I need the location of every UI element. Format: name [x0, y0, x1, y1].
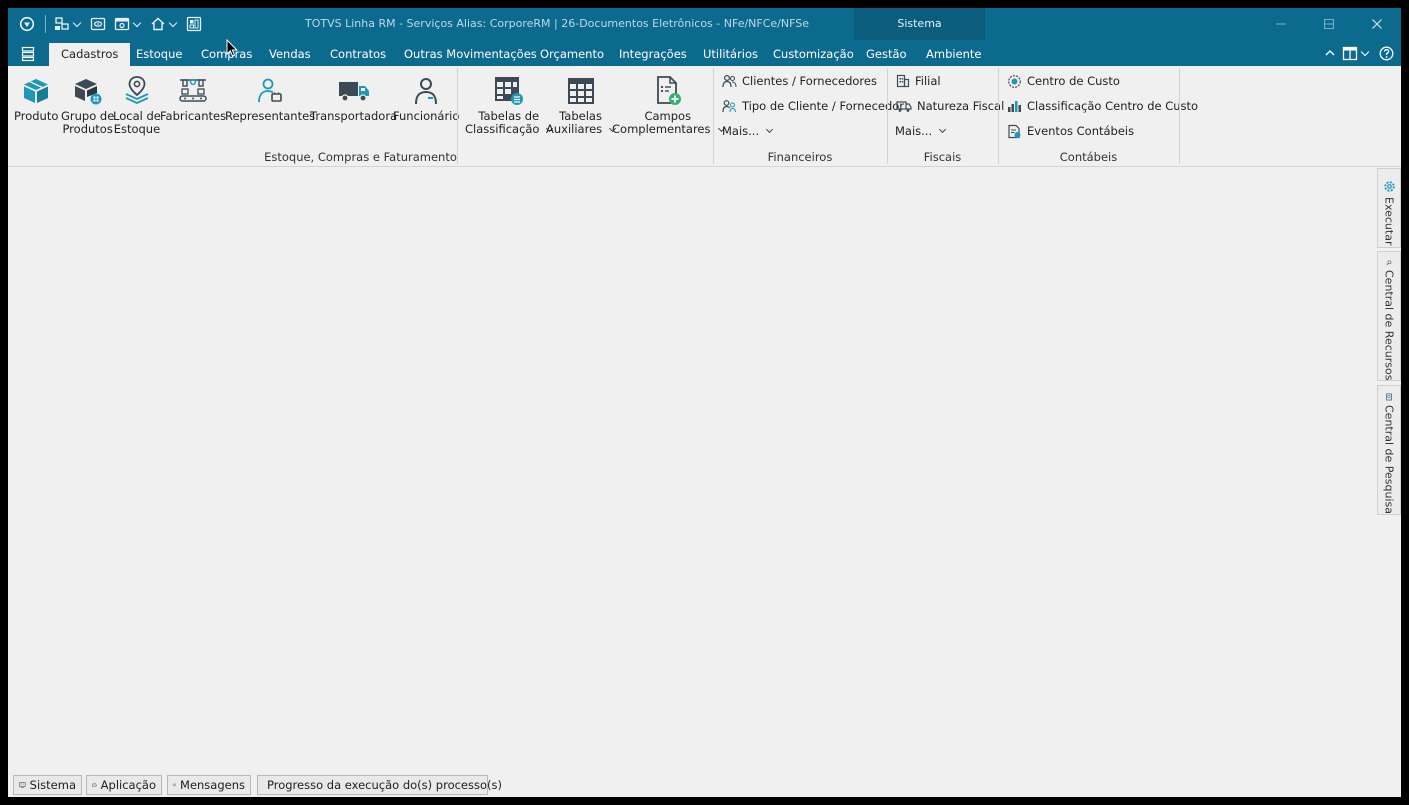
minimize-icon: [1276, 23, 1286, 25]
title-separator: [45, 15, 46, 33]
employee-person-icon: [409, 72, 443, 110]
tab-orcamento[interactable]: Orçamento: [528, 43, 616, 66]
tab-customizacao[interactable]: Customização: [761, 43, 866, 66]
factory-conveyor-icon: [176, 72, 210, 110]
tabelas-de-classificacao-button[interactable]: Tabelas de Classificação: [465, 72, 554, 136]
users-icon: [55, 17, 69, 30]
application-window: TOTVS Linha RM - Serviços Alias: Corpore…: [8, 8, 1401, 797]
filial-button[interactable]: Filial: [896, 72, 941, 90]
representative-person-icon: [253, 72, 287, 110]
fabricantes-button[interactable]: Fabricantes: [160, 72, 226, 123]
minimize-button[interactable]: [1257, 8, 1305, 40]
layout-dropdown-button[interactable]: [1342, 46, 1370, 61]
status-sistema-button[interactable]: Sistema: [13, 775, 82, 795]
app-logo-icon[interactable]: [19, 15, 35, 33]
close-button[interactable]: [1353, 8, 1401, 40]
workspace-area: [8, 167, 1377, 770]
close-icon: [1372, 19, 1382, 29]
tab-utilitarios[interactable]: Utilitários: [691, 43, 770, 66]
grupo-de-produtos-button[interactable]: Grupo de Produtos: [61, 72, 114, 136]
tab-contratos[interactable]: Contratos: [318, 43, 398, 66]
status-aplicacao-button[interactable]: Aplicação: [86, 775, 162, 795]
tab-cadastros[interactable]: Cadastros: [49, 43, 131, 66]
group-label-financeiros: Financeiros: [767, 150, 833, 164]
fiscais-more-button[interactable]: Mais...: [895, 122, 947, 140]
home-icon: [151, 17, 165, 31]
tab-ambiente[interactable]: Ambiente: [914, 43, 994, 66]
centro-de-custo-button[interactable]: Centro de Custo: [1007, 72, 1120, 90]
group-label-contabeis: Contábeis: [1059, 150, 1118, 164]
gear-icon: [1383, 181, 1395, 192]
tab-gestao[interactable]: Gestão: [854, 43, 919, 66]
status-bar: Sistema Aplicação Mensagens Progresso da…: [8, 772, 1401, 797]
view-icon[interactable]: [90, 15, 106, 33]
maximize-button[interactable]: [1305, 8, 1353, 40]
tipo-cliente-fornecedor-button[interactable]: Tipo de Cliente / Fornecedor: [722, 97, 904, 115]
help-icon[interactable]: [1379, 46, 1394, 64]
tab-estoque[interactable]: Estoque: [124, 43, 194, 66]
campos-complementares-button[interactable]: Campos Complementares: [612, 72, 725, 136]
users-dropdown-button[interactable]: [54, 15, 82, 33]
application-icon: [92, 783, 97, 787]
building-icon: [896, 74, 910, 88]
tab-integracoes[interactable]: Integrações: [607, 43, 699, 66]
search-document-icon: [1386, 393, 1392, 401]
status-mensagens-button[interactable]: Mensagens: [167, 775, 251, 795]
produto-button[interactable]: Produto: [14, 72, 58, 123]
chevron-down-icon: [766, 125, 774, 134]
product-group-icon: [71, 72, 105, 110]
collapse-ribbon-icon[interactable]: [1324, 47, 1336, 62]
clientes-fornecedores-button[interactable]: Clientes / Fornecedores: [722, 72, 877, 90]
window-title: TOTVS Linha RM - Serviços Alias: Corpore…: [305, 17, 810, 30]
maximize-icon: [1324, 19, 1334, 29]
monitor-icon: [19, 782, 26, 788]
eventos-contabeis-button[interactable]: Eventos Contábeis: [1007, 122, 1134, 140]
bar-chart-icon: [1008, 101, 1021, 112]
table-classification-icon: [492, 72, 526, 110]
dashboard-icon[interactable]: [186, 15, 202, 33]
transportadora-button[interactable]: Transportadora: [310, 72, 397, 123]
group-label-fiscais: Fiscais: [923, 150, 962, 164]
message-icon: [173, 783, 176, 787]
funcionario-button[interactable]: Funcionário: [393, 72, 459, 123]
document-add-icon: [651, 72, 685, 110]
accounting-event-icon: [1008, 124, 1021, 138]
financeiros-more-button[interactable]: Mais...: [722, 122, 774, 140]
side-tab-central-de-recursos[interactable]: Central de Recursos: [1377, 251, 1401, 381]
truck-icon: [337, 72, 371, 110]
table-grid-icon: [564, 72, 598, 110]
window-dropdown-button[interactable]: [114, 15, 142, 33]
search-icon: [1386, 260, 1392, 266]
representantes-button[interactable]: Representantes: [225, 72, 315, 123]
ribbon-tabs-bar: Cadastros Estoque Compras Vendas Contrat…: [8, 40, 1401, 66]
classificacao-centro-custo-button[interactable]: Classificação Centro de Custo: [1007, 97, 1198, 115]
local-de-estoque-button[interactable]: Local de Estoque: [113, 72, 161, 136]
product-box-icon: [19, 72, 53, 110]
group-separator: [1179, 68, 1180, 164]
tabelas-auxiliares-button[interactable]: Tabelas Auxiliares: [546, 72, 617, 136]
layout-icon: [1342, 46, 1358, 61]
tab-outras-movimentacoes[interactable]: Outras Movimentações: [392, 43, 549, 66]
people-type-icon: [722, 100, 737, 113]
cost-center-icon: [1008, 74, 1021, 88]
status-progresso-button[interactable]: Progresso da execução do(s) processo(s): [257, 775, 502, 795]
location-stack-icon: [120, 72, 154, 110]
natureza-fiscal-button[interactable]: Natureza Fiscal: [896, 97, 1004, 115]
mouse-cursor-icon: [226, 38, 238, 61]
side-tab-executar[interactable]: Executar: [1377, 168, 1401, 248]
ribbon-panel: Produto Grupo de Produtos Local de Estoq…: [8, 66, 1401, 167]
home-dropdown-button[interactable]: [150, 15, 178, 33]
chevron-down-icon: [939, 125, 947, 134]
window-icon: [114, 17, 130, 31]
group-label-estoque: Estoque, Compras e Faturamento: [264, 150, 457, 164]
truck-small-icon: [896, 100, 912, 112]
people-icon: [722, 74, 737, 88]
title-bar: TOTVS Linha RM - Serviços Alias: Corpore…: [8, 8, 1401, 40]
side-tab-central-de-pesquisa[interactable]: Central de Pesquisa: [1377, 385, 1401, 515]
tab-vendas[interactable]: Vendas: [257, 43, 323, 66]
context-tab-sistema[interactable]: Sistema: [854, 17, 985, 30]
app-menu-icon[interactable]: [21, 46, 35, 65]
